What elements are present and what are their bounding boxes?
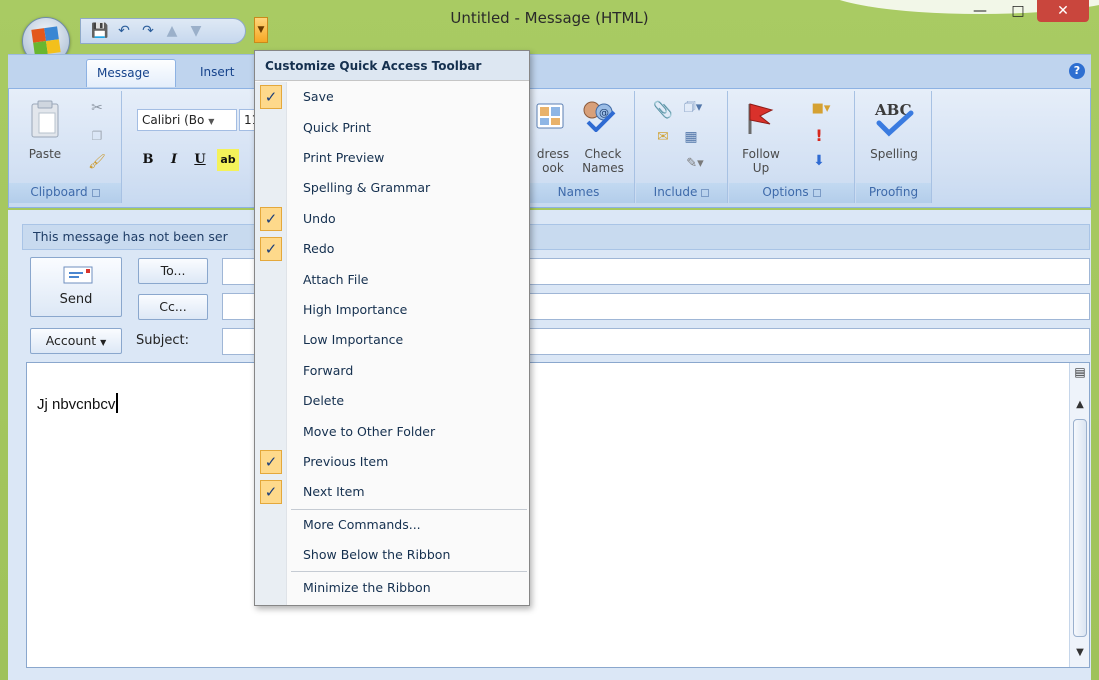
categorize-icon[interactable]: ■▾: [807, 99, 835, 117]
highlight-icon[interactable]: ab: [217, 149, 239, 171]
low-importance-icon[interactable]: ⬇: [811, 151, 827, 171]
send-button[interactable]: Send: [30, 257, 122, 317]
address-book-label[interactable]: dress ook: [531, 147, 575, 175]
high-importance-icon[interactable]: !: [811, 125, 827, 145]
subject-label: Subject:: [136, 333, 189, 348]
menu-item-minimize-ribbon[interactable]: Minimize the Ribbon: [255, 573, 529, 603]
info-bar: This message has not been ser: [22, 224, 1090, 250]
menu-item-spelling-grammar[interactable]: Spelling & Grammar: [255, 173, 529, 203]
menu-separator: [291, 571, 527, 572]
include-launcher-icon[interactable]: [701, 188, 710, 197]
copy-icon[interactable]: ❐: [87, 127, 107, 145]
tab-insert[interactable]: Insert: [190, 59, 256, 87]
previous-item-icon[interactable]: ▲: [163, 23, 181, 39]
options-group-label: Options: [729, 183, 854, 203]
check-icon: ✓: [260, 450, 282, 474]
cc-button[interactable]: Cc...: [138, 294, 208, 320]
cut-icon[interactable]: ✂: [87, 99, 107, 117]
names-group: @ dress ook Check Names Names: [523, 91, 635, 203]
menu-item-more-commands[interactable]: More Commands...: [255, 510, 529, 540]
business-card-icon[interactable]: 🗇▾: [680, 99, 706, 119]
italic-button[interactable]: I: [163, 149, 185, 171]
ribbon: Paste ✂ ❐ 🖌 Clipboard Calibri (Bo ▼ 11 B…: [8, 88, 1091, 208]
menu-item-next-item[interactable]: ✓ Next Item: [255, 477, 529, 507]
paste-label[interactable]: Paste: [17, 147, 73, 161]
menu-item-move-to-folder[interactable]: Move to Other Folder: [255, 417, 529, 447]
menu-item-low-importance[interactable]: Low Importance: [255, 325, 529, 355]
ribbon-tabs: Message Insert ?: [8, 54, 1091, 88]
menu-item-print-preview[interactable]: Print Preview: [255, 143, 529, 173]
vertical-scrollbar[interactable]: ▤ ▲ ▼: [1069, 363, 1089, 667]
paste-icon[interactable]: [25, 97, 65, 141]
spelling-label[interactable]: Spelling: [860, 147, 928, 161]
send-envelope-icon: [63, 264, 93, 286]
undo-icon[interactable]: ↶: [115, 23, 133, 39]
check-icon: ✓: [260, 480, 282, 504]
check-icon: ✓: [260, 237, 282, 261]
scroll-up-arrow-icon[interactable]: ▲: [1070, 399, 1090, 410]
customize-qat-menu: Customize Quick Access Toolbar ✓ Save Qui…: [254, 50, 530, 606]
font-name-combo[interactable]: Calibri (Bo ▼: [137, 109, 237, 131]
text-caret: [116, 393, 119, 413]
menu-item-forward[interactable]: Forward: [255, 356, 529, 386]
quick-access-toolbar: 💾 ↶ ↷ ▲ ▼: [80, 18, 246, 44]
office-logo-icon: [31, 26, 61, 56]
signature-icon[interactable]: ✎▾: [680, 153, 710, 173]
ruler-toggle-icon[interactable]: ▤: [1070, 365, 1090, 379]
redo-icon[interactable]: ↷: [139, 23, 157, 39]
options-launcher-icon[interactable]: [812, 188, 821, 197]
follow-up-flag-icon[interactable]: [743, 99, 777, 137]
help-icon[interactable]: ?: [1069, 63, 1085, 79]
menu-item-undo[interactable]: ✓ Undo: [255, 204, 529, 234]
send-label: Send: [59, 292, 93, 307]
clipboard-group: Paste ✂ ❐ 🖌 Clipboard: [9, 91, 122, 203]
menu-item-quick-print[interactable]: Quick Print: [255, 113, 529, 143]
include-group: 📎 🗇▾ ✉ ▦ ✎▾ Include: [636, 91, 728, 203]
underline-button[interactable]: U: [189, 149, 211, 171]
attach-item-icon[interactable]: ✉: [650, 127, 676, 147]
save-icon[interactable]: 💾: [91, 23, 109, 39]
window-controls: — □ ✕: [961, 0, 1089, 22]
menu-item-delete[interactable]: Delete: [255, 386, 529, 416]
maximize-button[interactable]: □: [999, 0, 1037, 22]
check-names-label[interactable]: Check Names: [575, 147, 631, 175]
menu-item-high-importance[interactable]: High Importance: [255, 295, 529, 325]
customize-toolbar-dropdown-button[interactable]: ▼: [254, 17, 268, 43]
menu-item-redo[interactable]: ✓ Redo: [255, 234, 529, 264]
clipboard-group-label: Clipboard: [9, 183, 121, 203]
spelling-icon[interactable]: ABC: [866, 99, 922, 137]
names-group-label: Names: [523, 183, 634, 203]
check-icon: ✓: [260, 207, 282, 231]
account-button[interactable]: Account ▼: [30, 328, 122, 354]
bold-button[interactable]: B: [137, 149, 159, 171]
body-text: Jj nbvcnbcv: [37, 393, 119, 413]
close-button[interactable]: ✕: [1037, 0, 1089, 22]
to-button[interactable]: To...: [138, 258, 208, 284]
menu-item-previous-item[interactable]: ✓ Previous Item: [255, 447, 529, 477]
tab-message[interactable]: Message: [86, 59, 176, 87]
menu-header: Customize Quick Access Toolbar: [255, 51, 529, 81]
options-group: Follow Up ■▾ ! ⬇ Options: [729, 91, 855, 203]
outlook-message-window: Untitled - Message (HTML) — □ ✕ 💾 ↶ ↷ ▲ …: [0, 0, 1099, 680]
proofing-group-label: Proofing: [856, 183, 931, 203]
menu-item-attach-file[interactable]: Attach File: [255, 265, 529, 295]
follow-up-label[interactable]: Follow Up: [735, 147, 787, 175]
check-names-icon[interactable]: @: [579, 97, 619, 133]
attach-file-icon[interactable]: 📎: [653, 99, 673, 119]
calendar-icon[interactable]: ▦: [680, 127, 702, 147]
address-book-icon[interactable]: [533, 99, 567, 133]
minimize-button[interactable]: —: [961, 0, 999, 22]
include-group-label: Include: [636, 183, 727, 203]
check-icon: ✓: [260, 85, 282, 109]
menu-item-save[interactable]: ✓ Save: [255, 82, 529, 112]
menu-item-show-below-ribbon[interactable]: Show Below the Ribbon: [255, 540, 529, 570]
format-painter-icon[interactable]: 🖌: [87, 153, 107, 171]
message-body-editor[interactable]: Jj nbvcnbcv ▤ ▲ ▼: [26, 362, 1090, 668]
scroll-down-arrow-icon[interactable]: ▼: [1070, 647, 1090, 658]
proofing-group: ABC Spelling Proofing: [856, 91, 932, 203]
next-item-icon[interactable]: ▼: [187, 23, 205, 39]
clipboard-launcher-icon[interactable]: [91, 188, 100, 197]
scrollbar-thumb[interactable]: [1073, 419, 1087, 637]
